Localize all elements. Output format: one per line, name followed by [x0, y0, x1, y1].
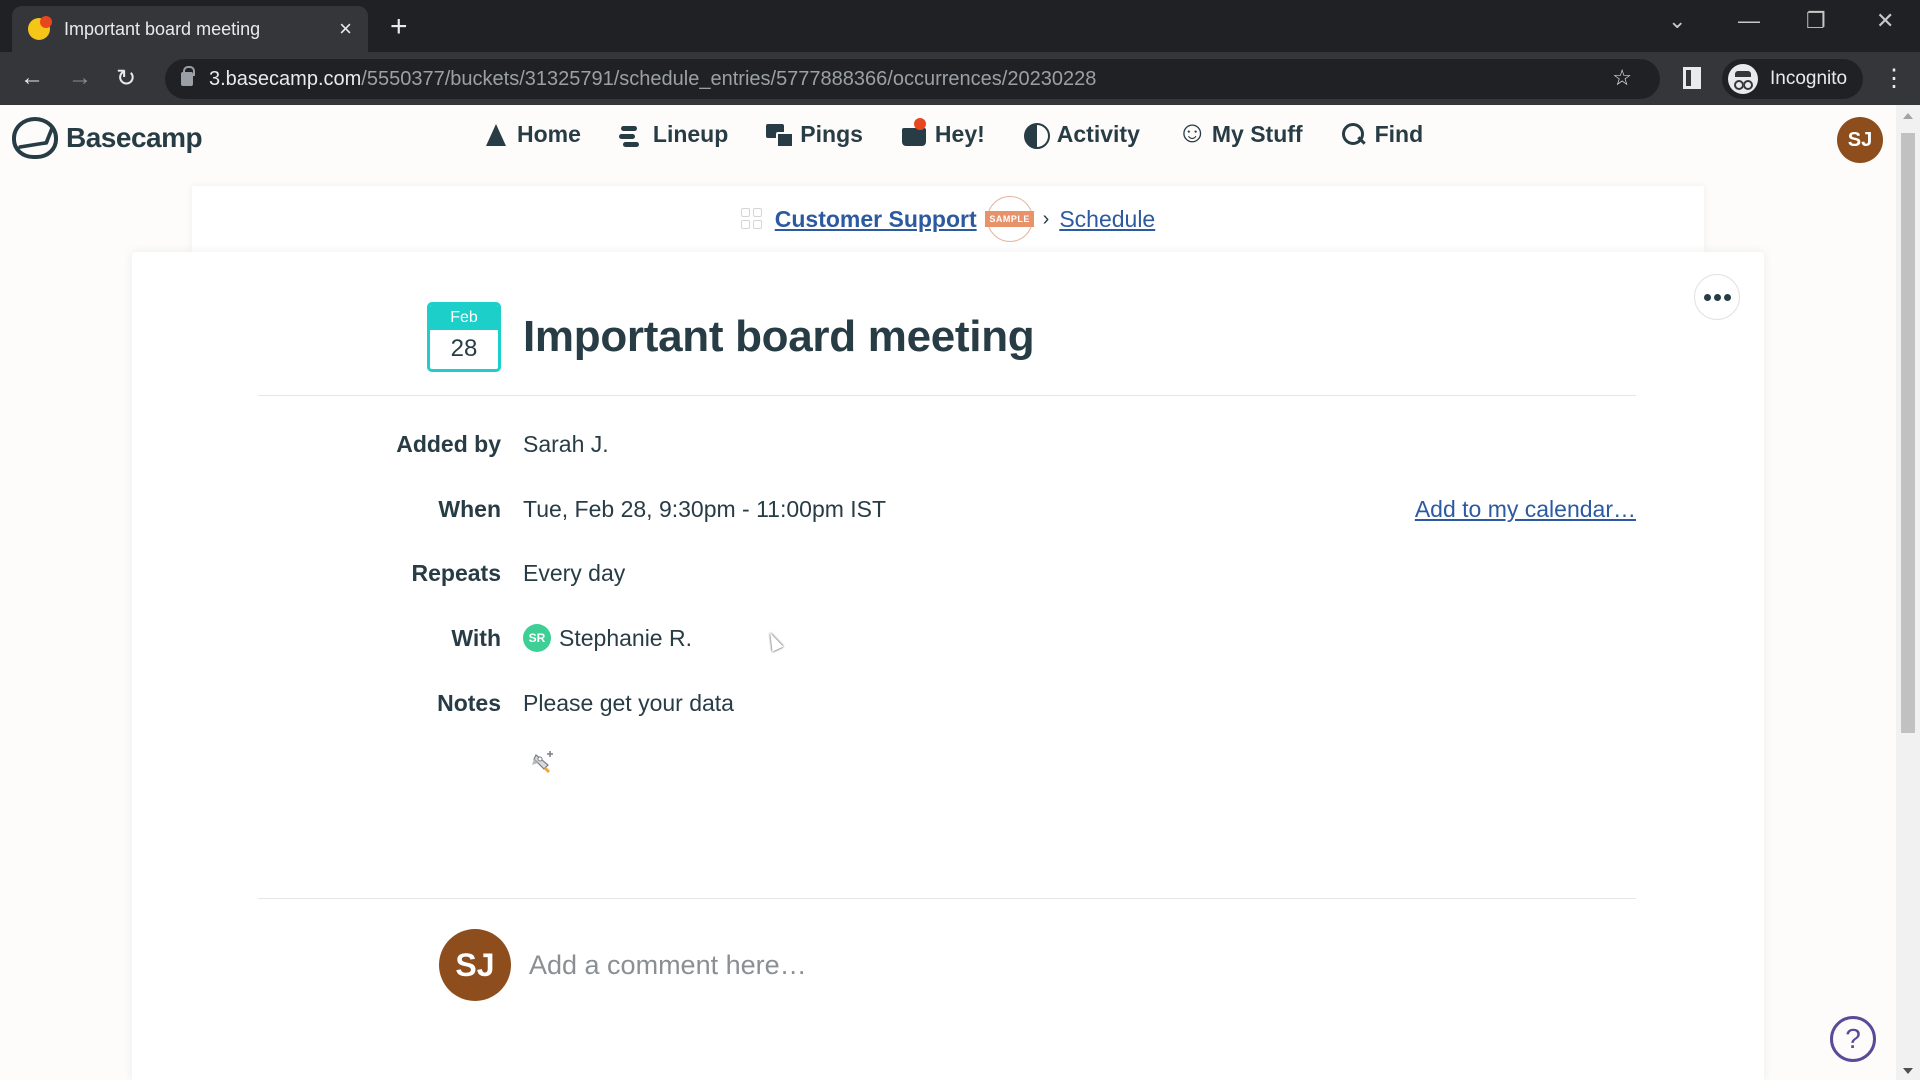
incognito-icon: [1728, 64, 1758, 94]
close-tab-icon[interactable]: ×: [339, 16, 352, 42]
basecamp-favicon-icon: [28, 16, 52, 40]
notes-text: Please get your data: [523, 689, 734, 716]
nav-my-stuff[interactable]: My Stuff: [1177, 116, 1303, 150]
calendar-month: Feb: [430, 305, 498, 330]
participant-avatar: SR: [523, 624, 551, 652]
reload-button[interactable]: ↻: [116, 64, 136, 93]
comment-avatar: SJ: [439, 929, 511, 1001]
user-avatar[interactable]: SJ: [1837, 117, 1883, 163]
tab-title: Important board meeting: [64, 18, 261, 39]
add-boost-button[interactable]: [525, 742, 565, 782]
app-navigation: Basecamp Home Lineup Pings Hey! Activity…: [0, 105, 1896, 175]
nav-lineup[interactable]: Lineup: [619, 121, 728, 148]
nav-home-label: Home: [517, 121, 581, 147]
detail-label: Notes: [437, 689, 501, 716]
event-title: Important board meeting: [523, 312, 1035, 361]
nav-hey-label: Hey!: [934, 121, 985, 147]
rocket-icon: [532, 751, 553, 774]
nav-links: Home Lineup Pings Hey! Activity My Stuff…: [483, 116, 1424, 150]
breadcrumb: Customer Support SAMPLE › Schedule: [192, 186, 1704, 252]
detail-value: Sarah J.: [523, 430, 609, 457]
browser-menu-icon[interactable]: ⋮: [1882, 64, 1906, 93]
url-path: /5550377/buckets/31325791/schedule_entri…: [361, 67, 1097, 90]
more-options-button[interactable]: [1694, 274, 1740, 320]
back-button[interactable]: ←: [20, 64, 44, 92]
logo-text: Basecamp: [66, 122, 203, 153]
calendar-day: 28: [450, 335, 478, 362]
detail-row-repeats: Repeats Every day: [258, 553, 1636, 593]
breadcrumb-schedule-link[interactable]: Schedule: [1059, 206, 1155, 233]
nav-find-label: Find: [1374, 121, 1424, 147]
url-host: 3.basecamp.com: [209, 67, 362, 90]
breadcrumb-project-link[interactable]: Customer Support: [775, 206, 977, 233]
detail-value: Every day: [523, 559, 626, 586]
lock-icon: [181, 66, 195, 86]
detail-label: When: [438, 495, 501, 522]
sample-badge: SAMPLE: [985, 196, 1034, 242]
nav-hey[interactable]: Hey!: [901, 117, 985, 148]
nav-pings-label: Pings: [800, 121, 863, 147]
detail-row-with: With SR Stephanie R.: [258, 618, 1636, 658]
browser-toolbar: ← → ↻ 3.basecamp.com /5550377/buckets/31…: [0, 52, 1920, 105]
add-to-calendar-link[interactable]: Add to my calendar…: [1415, 496, 1636, 523]
nav-pings[interactable]: Pings: [766, 121, 863, 148]
incognito-profile-button[interactable]: Incognito: [1722, 59, 1864, 99]
calendar-date-badge: Feb 28: [427, 302, 501, 372]
participant-name: Stephanie R.: [559, 624, 692, 651]
detail-row-when: When Tue, Feb 28, 9:30pm - 11:00pm IST A…: [258, 489, 1636, 529]
nav-lineup-label: Lineup: [652, 121, 729, 147]
scroll-up-arrow-icon[interactable]: [1903, 113, 1913, 119]
dot-icon: [1713, 293, 1721, 301]
project-grid-icon: [740, 208, 763, 230]
minimize-button[interactable]: —: [1738, 8, 1760, 34]
basecamp-logo-icon: [12, 117, 58, 159]
nav-activity[interactable]: Activity: [1023, 121, 1140, 149]
participant[interactable]: SR Stephanie R.: [523, 624, 692, 652]
my-stuff-icon: [1177, 116, 1208, 150]
address-bar[interactable]: 3.basecamp.com /5550377/buckets/31325791…: [165, 59, 1660, 99]
detail-label: Repeats: [411, 559, 501, 586]
dot-icon: [1703, 293, 1711, 301]
incognito-label: Incognito: [1770, 68, 1848, 89]
browser-tab-bar: Important board meeting × + ⌄ — ❐ ✕: [0, 0, 1920, 52]
dot-icon: [1723, 293, 1731, 301]
comment-divider: [258, 898, 1636, 899]
nav-home[interactable]: Home: [483, 121, 581, 148]
lineup-icon: [619, 122, 645, 148]
find-icon: [1341, 122, 1367, 148]
scroll-down-arrow-icon[interactable]: [1903, 1068, 1913, 1074]
browser-tab[interactable]: Important board meeting ×: [12, 6, 368, 52]
new-tab-button[interactable]: +: [390, 10, 408, 44]
breadcrumb-separator: ›: [1042, 207, 1050, 230]
home-icon: [483, 122, 509, 148]
detail-row-notes: Notes Please get your data: [258, 683, 1636, 723]
event-card: Feb 28 Important board meeting Added by …: [132, 252, 1764, 1080]
comment-composer: SJ: [439, 929, 1429, 1001]
close-window-button[interactable]: ✕: [1876, 8, 1894, 34]
bookmark-star-icon[interactable]: ☆: [1612, 65, 1632, 91]
hey-icon: [901, 117, 927, 148]
comment-input[interactable]: [529, 949, 1429, 981]
detail-label: With: [451, 624, 501, 651]
help-button[interactable]: ?: [1830, 1016, 1876, 1062]
nav-activity-label: Activity: [1056, 121, 1140, 147]
forward-button[interactable]: →: [68, 64, 92, 92]
title-divider: [258, 395, 1636, 396]
detail-value: Tue, Feb 28, 9:30pm - 11:00pm IST: [523, 495, 887, 522]
detail-row-added-by: Added by Sarah J.: [258, 424, 1636, 464]
basecamp-logo[interactable]: Basecamp: [12, 117, 203, 159]
sample-badge-label: SAMPLE: [985, 211, 1034, 227]
pings-icon: [766, 122, 795, 148]
restore-button[interactable]: ❐: [1806, 8, 1826, 34]
tab-search-icon[interactable]: ⌄: [1668, 8, 1686, 34]
scroll-thumb[interactable]: [1901, 133, 1915, 733]
activity-icon: [1023, 122, 1050, 149]
page-scrollbar[interactable]: [1896, 105, 1920, 1080]
side-panel-icon[interactable]: [1683, 67, 1701, 89]
detail-label: Added by: [396, 430, 501, 457]
nav-find[interactable]: Find: [1341, 121, 1424, 148]
nav-my-stuff-label: My Stuff: [1211, 121, 1303, 147]
